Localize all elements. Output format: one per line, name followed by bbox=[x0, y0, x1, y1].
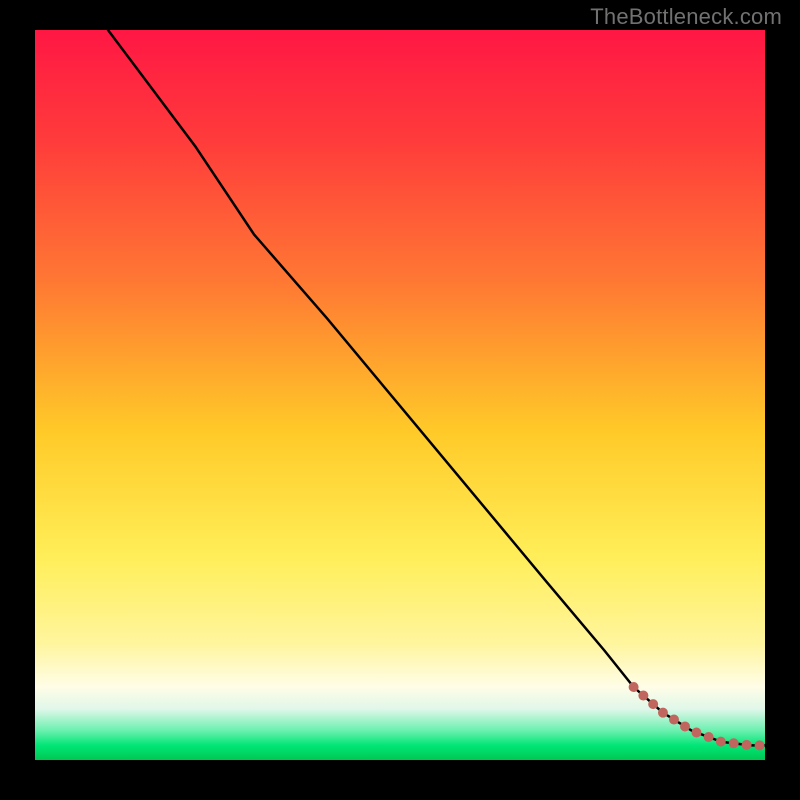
dotted-tail bbox=[634, 687, 765, 745]
chart-frame: TheBottleneck.com bbox=[0, 0, 800, 800]
plot-area bbox=[35, 30, 765, 760]
watermark-text: TheBottleneck.com bbox=[590, 4, 782, 30]
main-curve bbox=[108, 30, 765, 745]
data-layer bbox=[35, 30, 765, 760]
